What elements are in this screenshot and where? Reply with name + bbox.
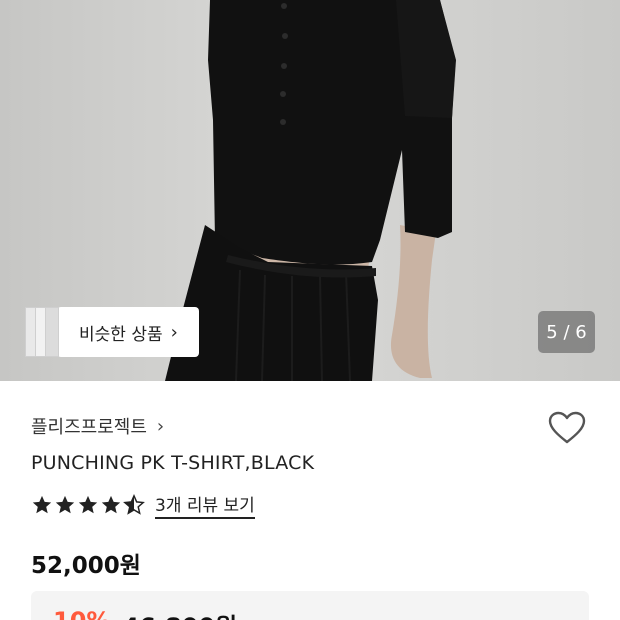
chevron-right-icon: › (170, 321, 178, 343)
similar-thumbnail (45, 307, 59, 357)
star-icon (101, 495, 121, 514)
rating-row: 3개 리뷰 보기 (31, 491, 255, 519)
discount-price: 46,800원 (122, 607, 237, 620)
product-image-gallery[interactable]: 비슷한 상품 › 5 / 6 (0, 0, 620, 381)
image-counter: 5 / 6 (538, 311, 595, 353)
similar-product-thumbnails (25, 307, 59, 357)
product-info: 플리즈프로젝트 › PUNCHING PK T-SHIRT,BLACK 3개 리… (0, 381, 620, 620)
chevron-right-icon: › (156, 415, 165, 437)
star-icon (78, 495, 98, 514)
similar-products-button[interactable]: 비슷한 상품 › (57, 307, 199, 357)
brand-name: 플리즈프로젝트 (31, 417, 147, 438)
star-rating (31, 494, 145, 516)
product-name: PUNCHING PK T-SHIRT,BLACK (31, 452, 315, 474)
star-icon (32, 495, 52, 514)
star-half-icon (123, 494, 145, 515)
star-icon (55, 495, 75, 514)
original-price: 52,000원 (31, 553, 141, 579)
heart-icon[interactable] (548, 411, 586, 445)
similar-products-label: 비슷한 상품 (79, 324, 163, 345)
reviews-link[interactable]: 3개 리뷰 보기 (155, 491, 255, 519)
discount-box: 10% 46,800원 (31, 591, 589, 620)
brand-link[interactable]: 플리즈프로젝트 › (31, 413, 164, 439)
discount-rate: 10% (53, 607, 110, 620)
similar-products-chip[interactable]: 비슷한 상품 › (25, 307, 199, 357)
